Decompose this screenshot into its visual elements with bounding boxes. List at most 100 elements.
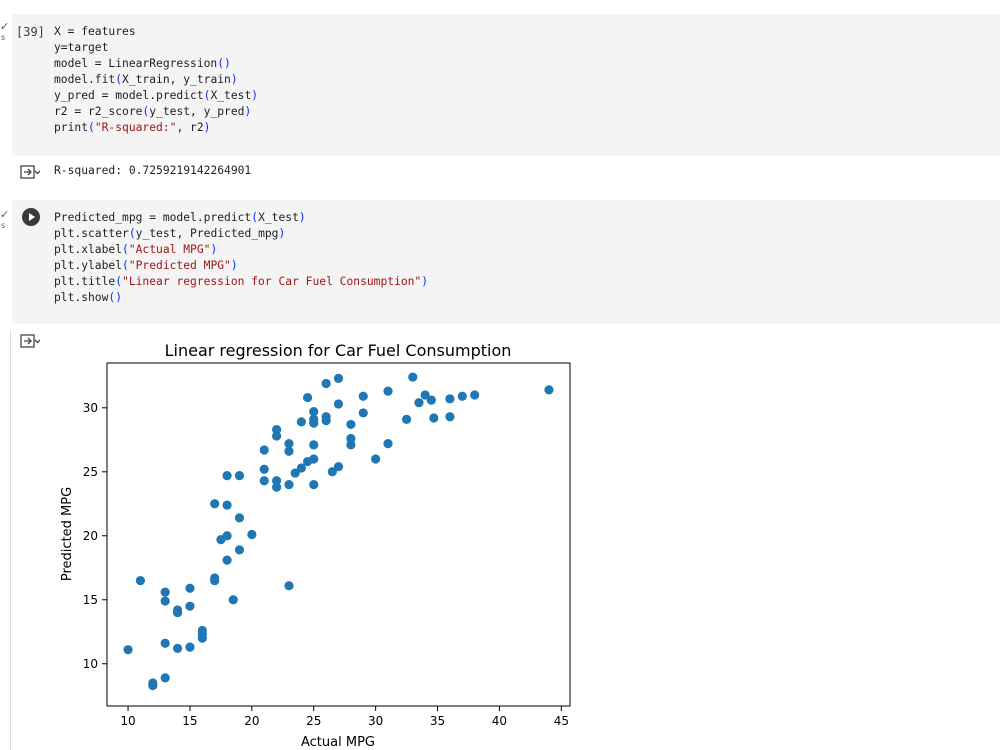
scatter-point	[321, 412, 331, 422]
scatter-point	[284, 581, 294, 591]
output-expand-icon[interactable]	[20, 334, 40, 348]
scatter-point	[333, 399, 344, 409]
cell-gutter	[12, 200, 52, 324]
scatter-point	[185, 583, 195, 593]
scatter-point	[160, 638, 170, 648]
code-editor[interactable]: Predicted_mpg = model.predict(X_test) pl…	[54, 210, 428, 306]
scatter-point	[346, 419, 356, 430]
scatter-point	[234, 513, 245, 523]
code-line: y=target	[54, 41, 109, 54]
x-tick-label: 10	[120, 714, 135, 728]
check-icon: ✓	[0, 20, 10, 33]
x-tick-label: 30	[368, 714, 383, 728]
scatter-point	[408, 372, 418, 382]
code-cell-1[interactable]: [39] X = features y=target model = Linea…	[12, 14, 1000, 156]
scatter-point	[284, 439, 294, 449]
code-line: X = features	[54, 25, 136, 38]
scatter-point	[210, 573, 220, 583]
scatter-point	[160, 596, 170, 606]
scatter-point	[414, 398, 424, 408]
execution-count: [39]	[16, 25, 45, 39]
scatter-point	[426, 395, 436, 405]
x-tick-label: 25	[306, 714, 321, 728]
scatter-point	[272, 424, 282, 435]
scatter-point	[222, 471, 232, 481]
scatter-point	[358, 391, 368, 401]
scatter-point	[222, 555, 232, 565]
output-divider	[10, 330, 11, 750]
play-circle-icon[interactable]	[22, 208, 40, 226]
x-tick-label: 20	[244, 714, 259, 728]
y-axis-label: Predicted MPG	[60, 487, 75, 581]
scatter-point	[371, 454, 381, 464]
cell-output-text: R-squared: 0.7259219142264901	[54, 164, 252, 177]
x-tick-label: 40	[492, 714, 507, 728]
code-line: plt.show()	[54, 291, 123, 304]
scatter-point	[160, 587, 170, 597]
scatter-point	[185, 601, 195, 611]
code-line: model = LinearRegression()	[54, 57, 231, 70]
y-tick-label: 25	[83, 465, 98, 479]
status-letter: s	[1, 221, 6, 230]
scatter-point	[302, 392, 313, 403]
x-tick-label: 45	[554, 714, 569, 728]
scatter-point	[321, 378, 331, 389]
output-expand-icon[interactable]	[20, 165, 40, 179]
code-line: plt.ylabel("Predicted MPG")	[54, 259, 238, 272]
x-axis-label: Actual MPG	[301, 735, 375, 750]
scatter-point	[309, 407, 319, 417]
y-tick-label: 10	[83, 657, 98, 671]
scatter-point	[222, 500, 232, 510]
scatter-point	[383, 439, 393, 449]
scatter-chart: Linear regression for Car Fuel Consumpti…	[60, 341, 571, 750]
scatter-point	[259, 476, 269, 486]
y-tick-label: 20	[83, 529, 98, 543]
scatter-point	[429, 413, 439, 423]
scatter-point	[544, 385, 554, 395]
scatter-point	[309, 454, 319, 464]
code-line: print("R-squared:", r2)	[54, 121, 211, 134]
scatter-point	[284, 479, 294, 490]
scatter-point	[172, 643, 183, 654]
scatter-point	[470, 390, 480, 400]
scatter-point	[234, 471, 245, 481]
scatter-point	[160, 673, 170, 683]
scatter-point	[197, 625, 207, 636]
code-line: plt.scatter(y_test, Predicted_mpg)	[54, 227, 286, 240]
chart-title: Linear regression for Car Fuel Consumpti…	[165, 341, 512, 360]
code-line: plt.title("Linear regression for Car Fue…	[54, 275, 429, 288]
scatter-point	[247, 529, 257, 540]
scatter-point	[333, 373, 344, 383]
scatter-point	[309, 479, 319, 490]
cell-gutter: [39]	[12, 14, 52, 156]
x-tick-label: 15	[182, 714, 197, 728]
scatter-point	[228, 595, 238, 605]
scatter-point	[346, 433, 356, 444]
y-tick-label: 30	[83, 401, 98, 415]
scatter-point	[259, 464, 269, 474]
code-line: Predicted_mpg = model.predict(X_test)	[54, 211, 306, 224]
code-editor[interactable]: X = features y=target model = LinearRegr…	[54, 24, 258, 136]
scatter-point	[259, 445, 269, 455]
y-tick-label: 15	[83, 593, 98, 607]
code-cell-2[interactable]: Predicted_mpg = model.predict(X_test) pl…	[12, 200, 1000, 324]
scatter-point	[123, 645, 133, 655]
scatter-point	[296, 417, 306, 427]
scatter-point	[272, 476, 282, 486]
scatter-point	[210, 499, 220, 509]
scatter-point	[185, 642, 195, 652]
check-icon: ✓	[0, 208, 10, 221]
scatter-point	[383, 386, 393, 396]
scatter-point	[358, 408, 368, 418]
scatter-point	[148, 680, 158, 691]
scatter-point	[333, 462, 344, 472]
code-line: model.fit(X_train, y_train)	[54, 73, 238, 86]
status-letter: s	[1, 33, 6, 42]
scatter-point	[234, 545, 245, 555]
code-line: r2 = r2_score(y_test, y_pred)	[54, 105, 252, 118]
scatter-point	[309, 440, 319, 450]
scatter-point	[172, 605, 183, 615]
scatter-point	[135, 575, 146, 586]
scatter-point	[222, 531, 232, 541]
scatter-point	[445, 412, 455, 422]
